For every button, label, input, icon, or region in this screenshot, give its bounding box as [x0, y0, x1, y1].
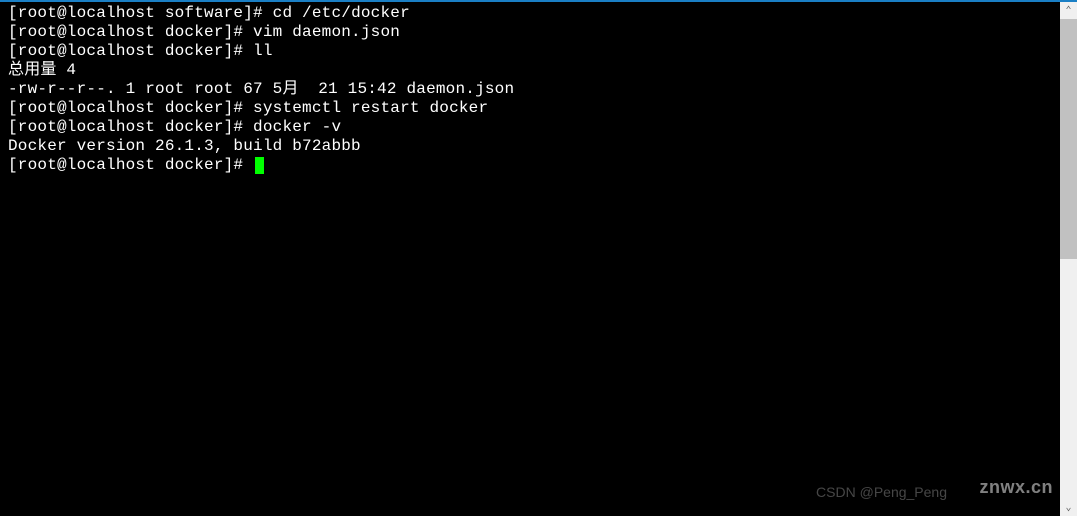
terminal-line: [root@localhost software]# cd /etc/docke… — [8, 4, 1059, 23]
scroll-up-button[interactable]: ⌃ — [1060, 2, 1077, 19]
terminal-line: [root@localhost docker]# vim daemon.json — [8, 23, 1059, 42]
terminal-line: [root@localhost docker]# docker -v — [8, 118, 1059, 137]
vertical-scrollbar[interactable]: ⌃ ⌄ — [1060, 2, 1077, 516]
prompt: [root@localhost docker]# — [8, 42, 253, 60]
output-line: -rw-r--r--. 1 root root 67 5月 21 15:42 d… — [8, 80, 1059, 99]
scroll-thumb[interactable] — [1060, 19, 1077, 259]
prompt: [root@localhost docker]# — [8, 118, 253, 136]
watermark-csdn: CSDN @Peng_Peng — [816, 484, 947, 500]
command-text: systemctl restart docker — [253, 99, 488, 117]
scroll-down-button[interactable]: ⌄ — [1060, 499, 1077, 516]
command-text: cd /etc/docker — [273, 4, 410, 22]
terminal-line: [root@localhost docker]# — [8, 156, 1059, 175]
output-line: Docker version 26.1.3, build b72abbb — [8, 137, 1059, 156]
output-line: 总用量 4 — [8, 61, 1059, 80]
prompt: [root@localhost docker]# — [8, 156, 253, 174]
prompt: [root@localhost docker]# — [8, 99, 253, 117]
watermark-site: znwx.cn — [979, 477, 1053, 498]
terminal-line: [root@localhost docker]# ll — [8, 42, 1059, 61]
prompt: [root@localhost docker]# — [8, 23, 253, 41]
command-text: ll — [253, 42, 273, 60]
command-text: vim daemon.json — [253, 23, 400, 41]
window-top-border — [0, 0, 1077, 2]
cursor — [255, 157, 264, 174]
terminal-output[interactable]: [root@localhost software]# cd /etc/docke… — [8, 4, 1059, 516]
command-text: docker -v — [253, 118, 341, 136]
prompt: [root@localhost software]# — [8, 4, 273, 22]
terminal-line: [root@localhost docker]# systemctl resta… — [8, 99, 1059, 118]
